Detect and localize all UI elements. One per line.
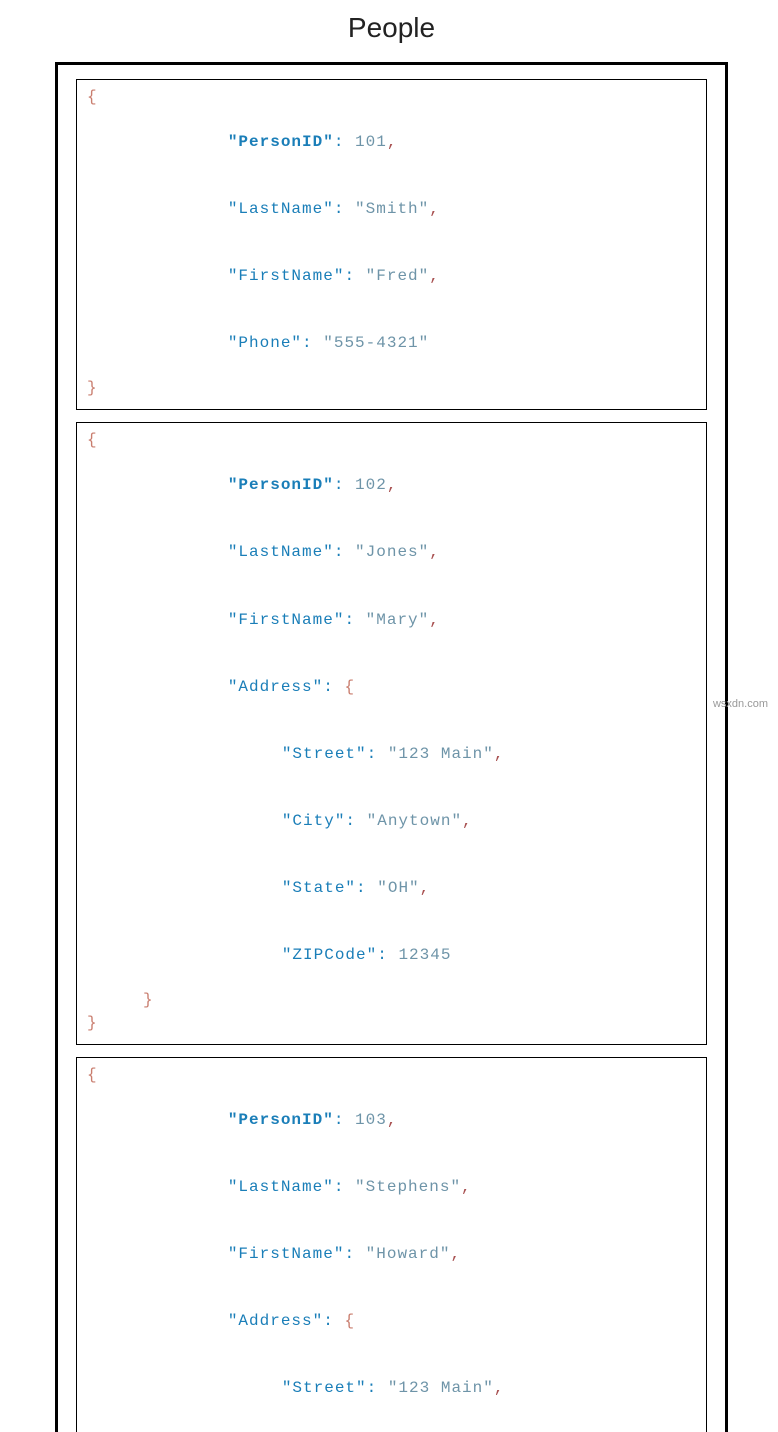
json-value: "123 Main" xyxy=(388,1379,494,1397)
json-comma: , xyxy=(429,200,440,218)
json-key-firstname: "FirstName" xyxy=(228,1245,345,1263)
json-colon: : xyxy=(334,1111,355,1129)
open-brace: { xyxy=(87,1066,98,1084)
json-value: "123 Main" xyxy=(388,745,494,763)
json-colon: : xyxy=(367,745,388,763)
json-value: "OH" xyxy=(377,879,419,897)
json-key-zipcode: "ZIPCode" xyxy=(282,946,377,964)
json-comma: , xyxy=(429,267,440,285)
json-colon: : xyxy=(344,1245,365,1263)
json-comma: , xyxy=(387,1111,398,1129)
json-comma: , xyxy=(462,812,473,830)
json-colon: : xyxy=(302,334,323,352)
outer-box: { "PersonID": 101, "LastName": "Smith", … xyxy=(55,62,728,1432)
json-value: "Smith" xyxy=(355,200,429,218)
json-colon: : xyxy=(323,678,344,696)
json-key-lastname: "LastName" xyxy=(228,1178,334,1196)
json-value: 102 xyxy=(355,476,387,494)
json-value: "Anytown" xyxy=(367,812,462,830)
json-key-firstname: "FirstName" xyxy=(228,267,345,285)
document-container: People { "PersonID": 101, "LastName": "S… xyxy=(0,0,778,1432)
close-brace: } xyxy=(87,379,98,397)
json-colon: : xyxy=(356,879,377,897)
json-colon: : xyxy=(344,611,365,629)
json-record: { "PersonID": 102, "LastName": "Jones", … xyxy=(76,422,707,1045)
json-key-state: "State" xyxy=(282,879,356,897)
json-key-lastname: "LastName" xyxy=(228,200,334,218)
json-colon: : xyxy=(334,476,355,494)
document-title: People xyxy=(55,12,728,44)
json-key-lastname: "LastName" xyxy=(228,543,334,561)
json-value: "555-4321" xyxy=(323,334,429,352)
json-comma: , xyxy=(429,543,440,561)
json-comma: , xyxy=(420,879,431,897)
json-comma: , xyxy=(429,611,440,629)
json-value: 103 xyxy=(355,1111,387,1129)
json-comma: , xyxy=(494,1379,505,1397)
open-brace: { xyxy=(344,678,355,696)
json-comma: , xyxy=(387,133,398,151)
json-key-firstname: "FirstName" xyxy=(228,611,345,629)
json-colon: : xyxy=(334,200,355,218)
json-colon: : xyxy=(367,1379,388,1397)
json-value: "Stephens" xyxy=(355,1178,461,1196)
json-comma: , xyxy=(450,1245,461,1263)
json-key-personid: "PersonID" xyxy=(228,476,334,494)
json-key-address: "Address" xyxy=(228,678,323,696)
json-colon: : xyxy=(323,1312,344,1330)
json-key-address: "Address" xyxy=(228,1312,323,1330)
close-brace: } xyxy=(143,991,154,1009)
json-colon: : xyxy=(334,543,355,561)
json-record: { "PersonID": 103, "LastName": "Stephens… xyxy=(76,1057,707,1432)
json-comma: , xyxy=(494,745,505,763)
json-key-personid: "PersonID" xyxy=(228,133,334,151)
open-brace: { xyxy=(87,88,98,106)
json-record: { "PersonID": 101, "LastName": "Smith", … xyxy=(76,79,707,410)
json-value: "Mary" xyxy=(366,611,430,629)
json-comma: , xyxy=(387,476,398,494)
watermark: wsxdn.com xyxy=(713,698,768,710)
json-value: 101 xyxy=(355,133,387,151)
json-value: "Fred" xyxy=(366,267,430,285)
json-colon: : xyxy=(334,1178,355,1196)
open-brace: { xyxy=(344,1312,355,1330)
json-value: "Howard" xyxy=(366,1245,451,1263)
json-key-street: "Street" xyxy=(282,1379,367,1397)
json-colon: : xyxy=(345,812,366,830)
json-value: "Jones" xyxy=(355,543,429,561)
json-colon: : xyxy=(377,946,398,964)
json-comma: , xyxy=(461,1178,472,1196)
json-key-personid: "PersonID" xyxy=(228,1111,334,1129)
json-colon: : xyxy=(334,133,355,151)
json-key-street: "Street" xyxy=(282,745,367,763)
json-value: 12345 xyxy=(398,946,451,964)
open-brace: { xyxy=(87,431,98,449)
json-colon: : xyxy=(344,267,365,285)
json-key-city: "City" xyxy=(282,812,346,830)
json-key-phone: "Phone" xyxy=(228,334,302,352)
close-brace: } xyxy=(87,1014,98,1032)
